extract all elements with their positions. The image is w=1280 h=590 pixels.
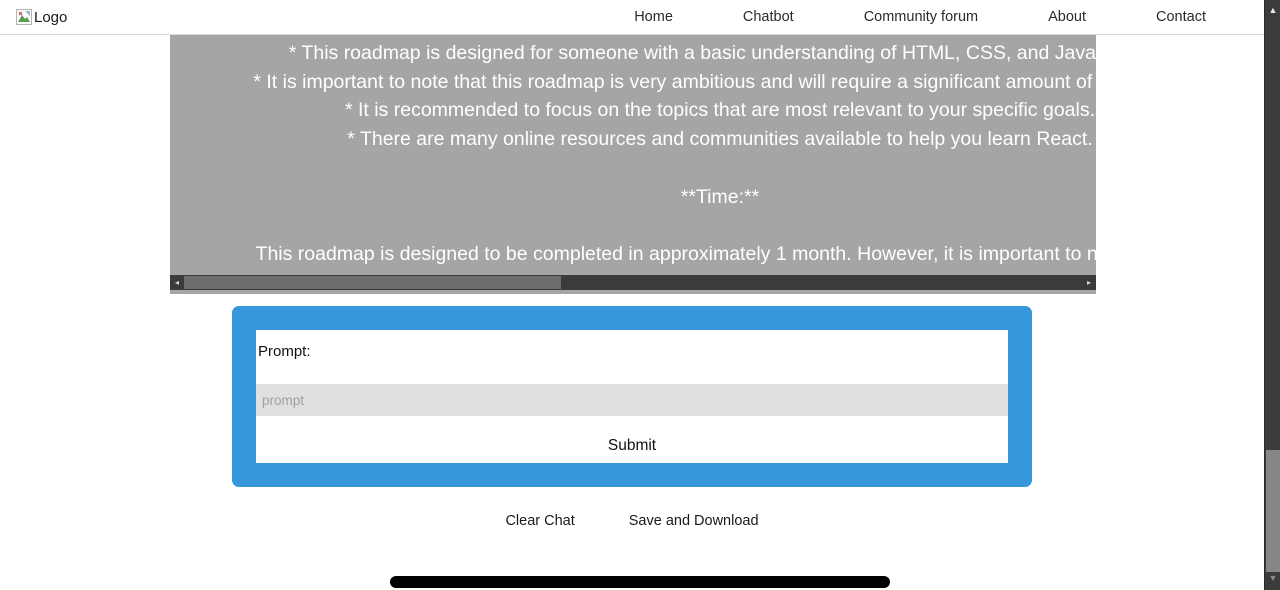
vertical-scrollbar-thumb[interactable] <box>1266 450 1280 572</box>
prompt-form-card: Prompt: Submit <box>232 306 1032 487</box>
chat-line-blank <box>170 211 1096 240</box>
prompt-label: Prompt: <box>258 343 311 360</box>
prompt-form-inner: Prompt: Submit <box>256 330 1008 463</box>
nav-link-home[interactable]: Home <box>630 9 677 25</box>
scrollbar-track[interactable] <box>184 275 1082 290</box>
chat-line-heading: **Time:** <box>680 185 760 208</box>
main-navigation: Home Chatbot Community forum About Conta… <box>630 9 1264 25</box>
action-button-row: Clear Chat Save and Download <box>0 510 1264 532</box>
chat-line: * There are many online resources and co… <box>347 128 1093 151</box>
nav-link-about[interactable]: About <box>1044 9 1090 25</box>
browser-vertical-scrollbar[interactable]: ▲ ▼ <box>1264 0 1280 590</box>
brand-logo[interactable]: Logo <box>16 9 67 25</box>
scroll-right-arrow-icon[interactable]: ▸ <box>1082 275 1096 290</box>
prompt-input[interactable] <box>256 384 1008 416</box>
chat-line: * It is important to note that this road… <box>253 70 1096 93</box>
chat-line: This roadmap is designed to be completed… <box>255 242 1096 265</box>
nav-link-community-forum[interactable]: Community forum <box>860 9 982 25</box>
chat-line: * This roadmap is designed for someone w… <box>288 42 1096 64</box>
page-root: Logo Home Chatbot Community forum About … <box>0 0 1280 590</box>
broken-image-icon <box>16 9 32 25</box>
nav-link-chatbot[interactable]: Chatbot <box>739 9 798 25</box>
chat-horizontal-scrollbar[interactable]: ◂ ▸ <box>170 275 1096 290</box>
logo-alt-text: Logo <box>34 8 68 26</box>
submit-button[interactable]: Submit <box>602 434 662 458</box>
bottom-black-bar <box>390 576 890 588</box>
save-and-download-button[interactable]: Save and Download <box>623 510 765 532</box>
site-header: Logo Home Chatbot Community forum About … <box>0 0 1264 35</box>
chat-output-text: * This roadmap is designed for someone w… <box>170 35 1096 269</box>
scroll-down-arrow-icon[interactable]: ▼ <box>1265 570 1280 586</box>
scroll-up-arrow-icon[interactable]: ▲ <box>1265 2 1280 18</box>
nav-link-contact[interactable]: Contact <box>1152 9 1210 25</box>
chat-line-blank <box>170 154 1096 183</box>
scrollbar-thumb[interactable] <box>184 276 562 289</box>
scroll-left-arrow-icon[interactable]: ◂ <box>170 275 184 290</box>
clear-chat-button[interactable]: Clear Chat <box>499 510 580 532</box>
chat-output-panel[interactable]: * This roadmap is designed for someone w… <box>170 35 1096 294</box>
chat-line: * It is recommended to focus on the topi… <box>344 99 1096 122</box>
